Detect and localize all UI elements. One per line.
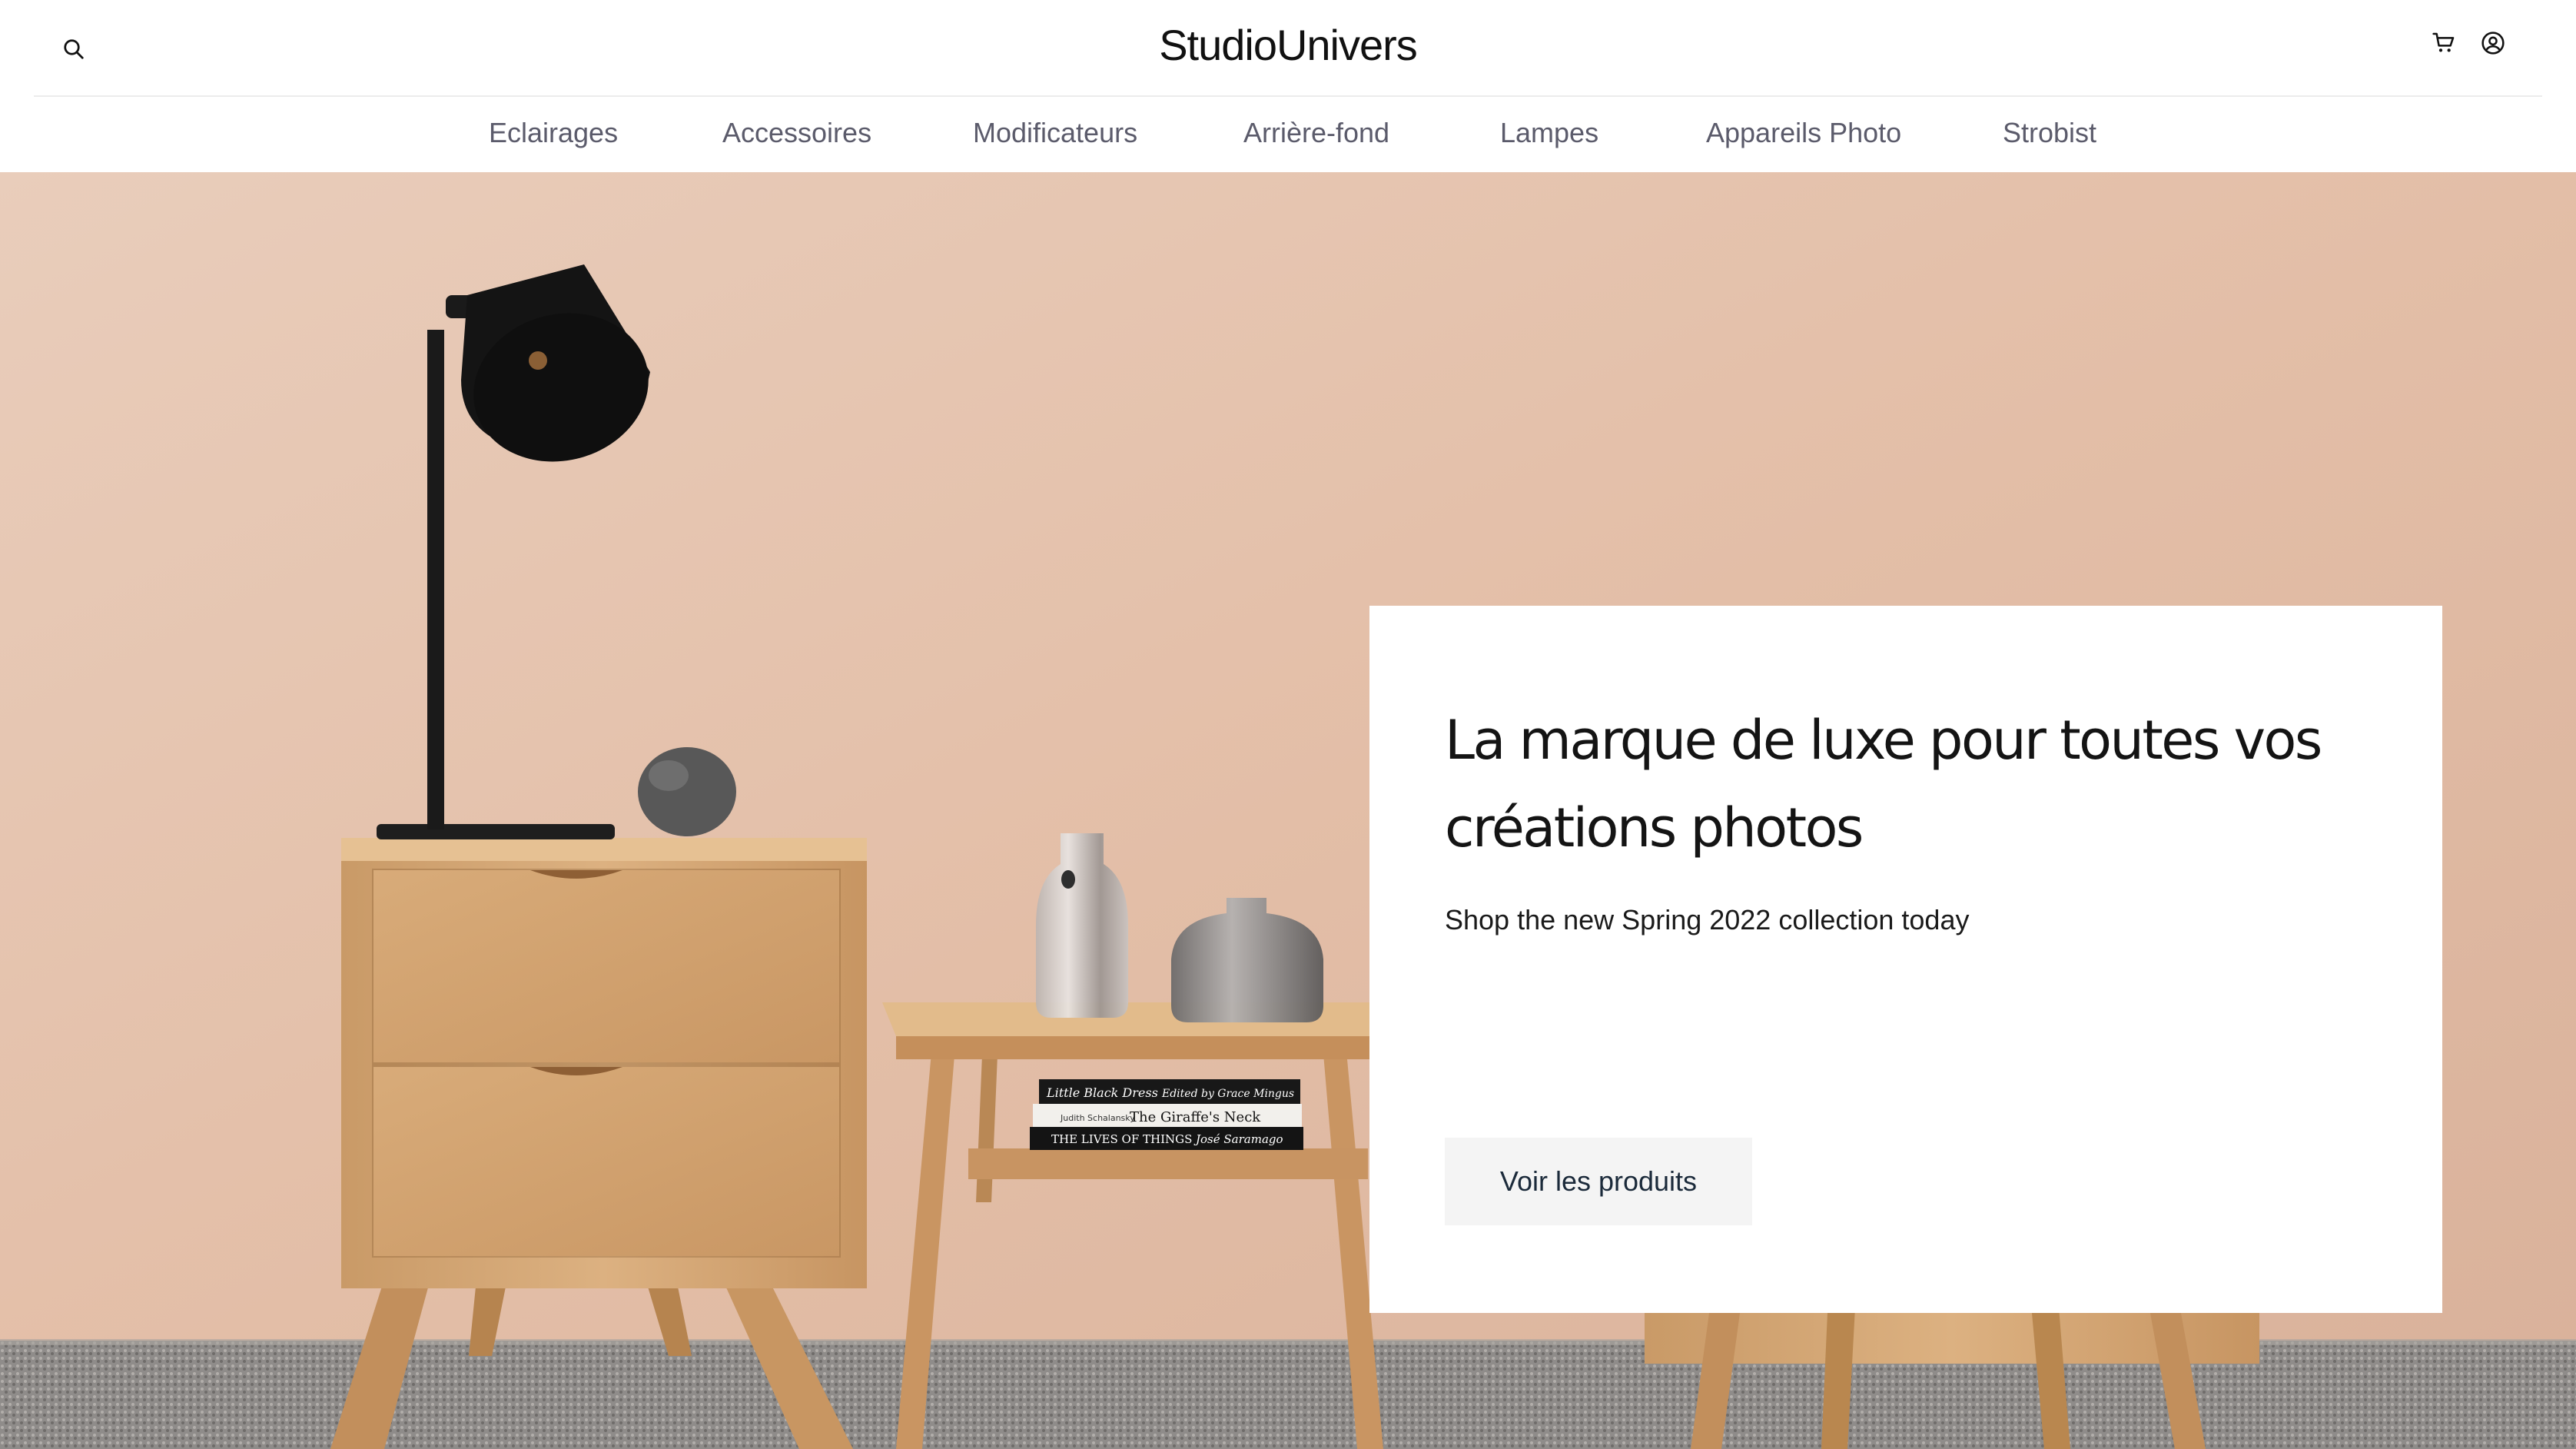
brand-logo[interactable]: StudioUnivers <box>0 20 2576 70</box>
cart-icon <box>2432 32 2455 52</box>
hero-title: La marque de luxe pour toutes vos créati… <box>1445 709 2322 859</box>
hero-banner: Little Black Dress Edited by Grace Mingu… <box>0 172 2576 1449</box>
hero-subtitle: Shop the new Spring 2022 collection toda… <box>1445 904 1970 936</box>
account-icon <box>2481 32 2505 55</box>
book-1-author: Edited by Grace Mingus <box>1161 1088 1294 1100</box>
nav-item-accessoires[interactable]: Accessoires <box>722 117 871 149</box>
site-header: StudioUnivers <box>0 0 2576 97</box>
nav-item-appareils-photo[interactable]: Appareils Photo <box>1706 117 1901 149</box>
nav-item-lampes[interactable]: Lampes <box>1500 117 1598 149</box>
nav-item-eclairages[interactable]: Eclairages <box>489 117 618 149</box>
brand-name: StudioUnivers <box>1159 21 1418 69</box>
nav-item-strobist[interactable]: Strobist <box>2003 117 2096 149</box>
book-1-title: Little Black Dress <box>1046 1085 1158 1100</box>
cart-button[interactable] <box>2428 28 2459 58</box>
main-nav: Eclairages Accessoires Modificateurs Arr… <box>0 97 2576 172</box>
hero-card: La marque de luxe pour toutes vos créati… <box>1369 606 2442 1313</box>
book-3-title: THE LIVES OF THINGS <box>1051 1132 1192 1146</box>
nav-item-modificateurs[interactable]: Modificateurs <box>973 117 1137 149</box>
account-button[interactable] <box>2478 28 2508 58</box>
book-2-title: The Giraffe's Neck <box>1130 1109 1261 1125</box>
view-products-button[interactable]: Voir les produits <box>1445 1138 1752 1225</box>
nav-item-arriere-fond[interactable]: Arrière-fond <box>1243 117 1389 149</box>
book-3-author: José Saramago <box>1193 1132 1283 1146</box>
book-2-author: Judith Schalansky <box>1060 1113 1135 1123</box>
